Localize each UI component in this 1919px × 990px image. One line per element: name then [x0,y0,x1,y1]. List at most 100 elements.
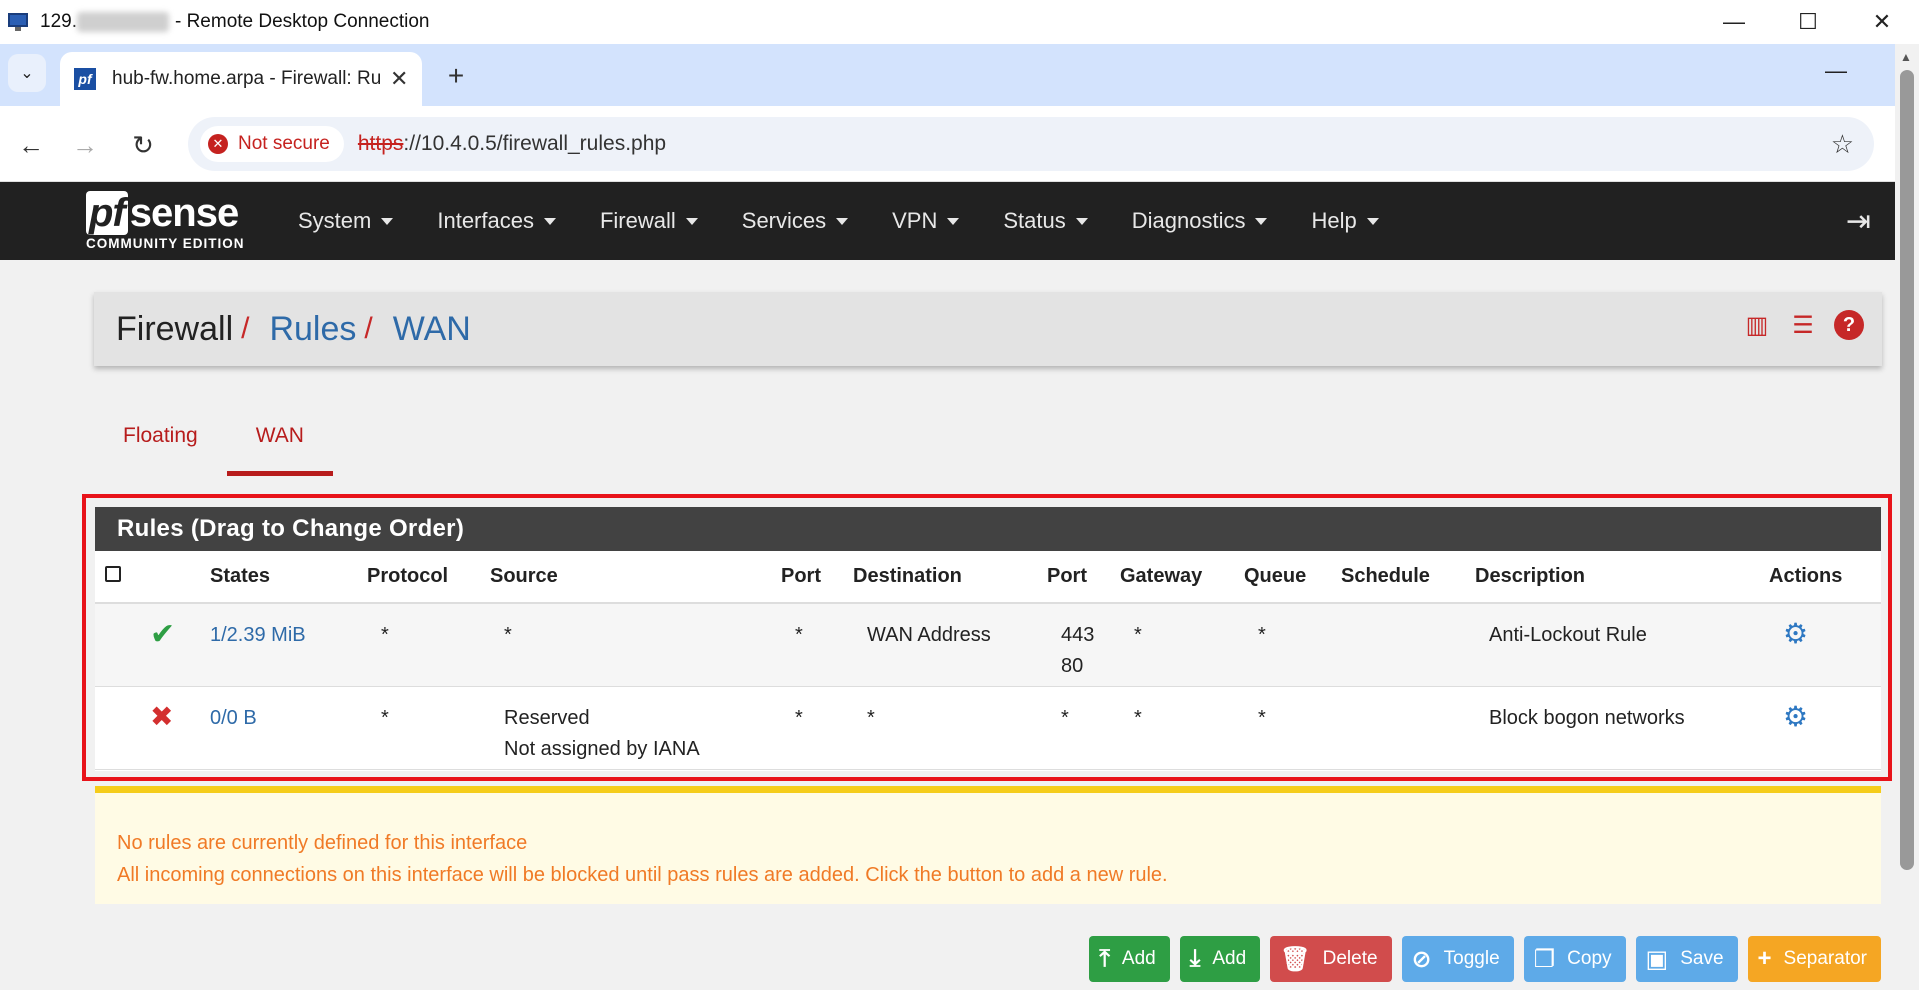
col-description: Description [1475,551,1769,604]
caret-down-icon [947,217,960,225]
scroll-up-icon[interactable]: ▲ [1900,50,1912,64]
tab-search-button[interactable]: ⌄ [8,54,46,92]
button-label: Add [1121,948,1156,969]
button-label: Copy [1567,948,1612,969]
menu-label: Interfaces [437,208,534,233]
col-destination: Destination [853,551,1047,604]
close-window-button[interactable]: ✕ [1845,0,1919,44]
caret-down-icon [1366,217,1379,225]
col-queue: Queue [1244,551,1341,604]
minimize-button[interactable]: — [1697,0,1771,44]
rdp-window-title: 129. - Remote Desktop Connection [40,11,430,33]
maximize-button[interactable]: ☐ [1771,0,1845,44]
logo-edition: COMMUNITY EDITION [86,236,245,251]
row-description: Anti-Lockout Rule [1475,603,1769,687]
breadcrumb-rules-link[interactable]: Rules [269,310,356,349]
table-row[interactable]: ✖ 0/0 B * Reserved Not assigned by IANA *… [95,686,1881,770]
row-states: 0/0 B [210,686,367,770]
tab-wan[interactable]: WAN [226,410,333,476]
breadcrumb-separator: / [241,312,250,345]
add-rule-top-button[interactable]: ⤒ Add [1089,936,1170,982]
rules-panel: Rules (Drag to Change Order) States Prot… [95,507,1881,771]
warning-icon: ✕ [208,134,228,154]
bar-chart-icon[interactable]: ▥ [1742,310,1772,340]
gear-icon[interactable]: ⚙ [1783,618,1808,649]
row-port: * [781,686,853,770]
browser-minimize-button[interactable]: — [1825,58,1847,84]
table-row[interactable]: ✔ 1/2.39 MiB * * * WAN Address 443 80 * *… [95,603,1881,687]
redacted-ip-blur [76,12,169,32]
row-dest-port: * [1047,686,1120,770]
bookmark-star-icon[interactable]: ☆ [1831,129,1854,160]
source-line: Not assigned by IANA [504,737,700,760]
menu-status[interactable]: Status [981,208,1109,234]
select-all-checkbox[interactable] [105,566,121,582]
toggle-button[interactable]: ⊘ Toggle [1401,936,1514,982]
menu-help[interactable]: Help [1289,208,1400,234]
menu-label: Firewall [599,208,676,233]
breadcrumb-panel: Firewall / Rules / WAN ▥ ☰ ? [94,292,1882,366]
tab-close-icon[interactable]: ✕ [390,66,408,92]
add-separator-button[interactable]: + Separator [1747,936,1881,982]
trash-icon: 🗑 [1280,945,1311,973]
menu-label: Help [1311,208,1357,233]
save-button[interactable]: ▣ Save [1635,936,1738,982]
warning-line-1: No rules are currently defined for this … [117,832,528,854]
pfsense-favicon-icon: pf [74,68,96,90]
new-tab-button[interactable]: + [438,58,474,94]
menu-services[interactable]: Services [720,208,870,234]
menu-diagnostics[interactable]: Diagnostics [1110,208,1290,234]
dport-line: 80 [1061,655,1084,677]
back-button[interactable]: ← [12,126,50,164]
states-link[interactable]: 1/2.39 MiB [210,624,306,646]
forward-button[interactable]: → [66,126,104,164]
row-select-cell [95,603,150,687]
row-protocol: * [367,686,490,770]
remote-desktop-icon [8,11,32,33]
scroll-thumb[interactable] [1900,70,1914,870]
list-log-icon[interactable]: ☰ [1788,310,1818,340]
chevron-down-icon: ⌄ [20,65,34,82]
button-label: Delete [1322,948,1378,969]
row-destination: * [853,686,1047,770]
url-path: ://10.4.0.5/firewall_rules.php [403,132,667,155]
arrow-up-icon: ⤒ [1099,945,1110,972]
url-text[interactable]: https://10.4.0.5/firewall_rules.php [358,132,666,156]
logout-icon[interactable]: ⇥ [1846,204,1871,239]
browser-tab-active[interactable]: pf hub-fw.home.arpa - Firewall: Rules ✕ [60,52,422,106]
col-gateway: Gateway [1120,551,1244,604]
row-source: Reserved Not assigned by IANA [490,686,781,770]
add-rule-bottom-button[interactable]: ⤓ Add [1179,936,1261,982]
menu-interfaces[interactable]: Interfaces [415,208,578,234]
copy-button[interactable]: ❐ Copy [1523,936,1626,982]
states-link[interactable]: 0/0 B [210,707,257,729]
security-indicator[interactable]: ✕ Not secure [200,126,344,162]
plus-icon: + [1757,945,1772,972]
save-icon: ▣ [1645,945,1669,973]
help-icon[interactable]: ? [1834,310,1864,340]
menu-firewall[interactable]: Firewall [578,208,720,234]
address-bar[interactable]: ✕ Not secure https://10.4.0.5/firewall_r… [188,117,1874,171]
row-queue: * [1244,603,1341,687]
row-gateway: * [1120,603,1244,687]
menu-system[interactable]: System [276,208,415,234]
row-actions: ⚙ [1769,603,1881,687]
rdp-title-ip: 129. [40,11,77,32]
row-protocol: * [367,603,490,687]
interface-tabs: Floating WAN [94,410,333,476]
delete-button[interactable]: 🗑 Delete [1270,936,1392,982]
select-all-header [95,551,150,604]
reload-button[interactable]: ↻ [124,126,162,164]
caret-down-icon [685,217,698,225]
caret-down-icon [836,217,849,225]
col-protocol: Protocol [367,551,490,604]
gear-icon[interactable]: ⚙ [1783,701,1808,732]
row-select-cell [95,686,150,770]
page-scrollbar[interactable]: ▲ [1895,44,1919,990]
menu-vpn[interactable]: VPN [870,208,981,234]
logo-sense: sense [129,191,239,235]
tab-floating[interactable]: Floating [94,410,227,476]
breadcrumb-wan-link[interactable]: WAN [393,310,471,349]
pfsense-logo[interactable]: pf sense COMMUNITY EDITION [86,191,245,251]
breadcrumb-separator: / [364,312,373,345]
